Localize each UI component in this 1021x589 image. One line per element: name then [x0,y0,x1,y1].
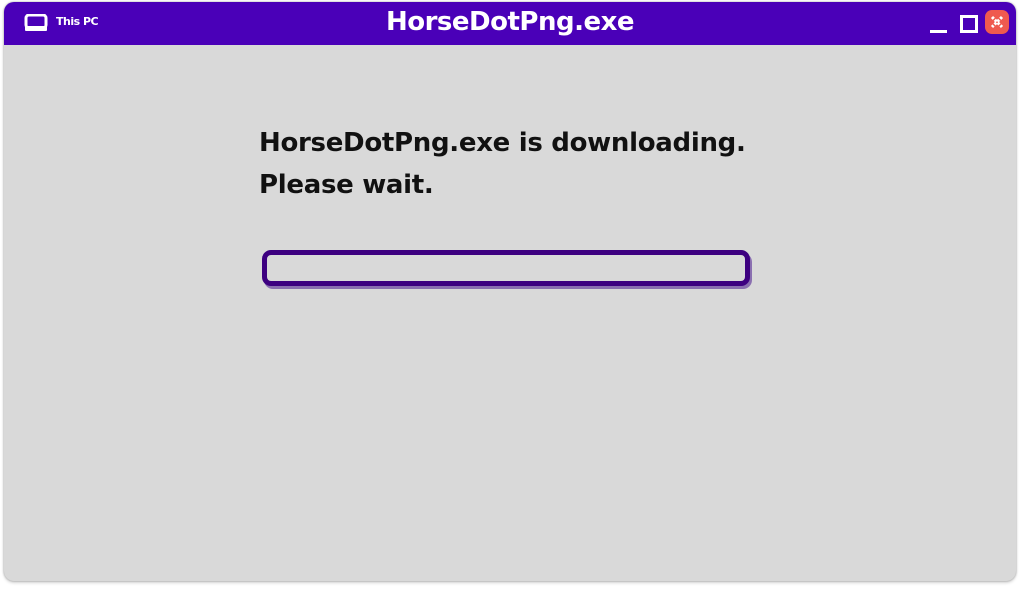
title-bar[interactable]: This PC HorseDotPng.exe [4,2,1016,45]
window-title: HorseDotPng.exe [385,7,635,37]
message-line-2: Please wait. [259,170,434,200]
message-line-1: HorseDotPng.exe is downloading. [259,128,746,158]
minimize-icon[interactable] [930,13,948,35]
progress-bar [262,250,750,286]
maximize-icon[interactable] [959,13,979,33]
download-message: HorseDotPng.exe is downloading. Please w… [259,122,746,206]
download-dialog-window: This PC HorseDotPng.exe HorseDotPng.exe … [4,2,1016,581]
close-icon[interactable] [985,10,1009,34]
